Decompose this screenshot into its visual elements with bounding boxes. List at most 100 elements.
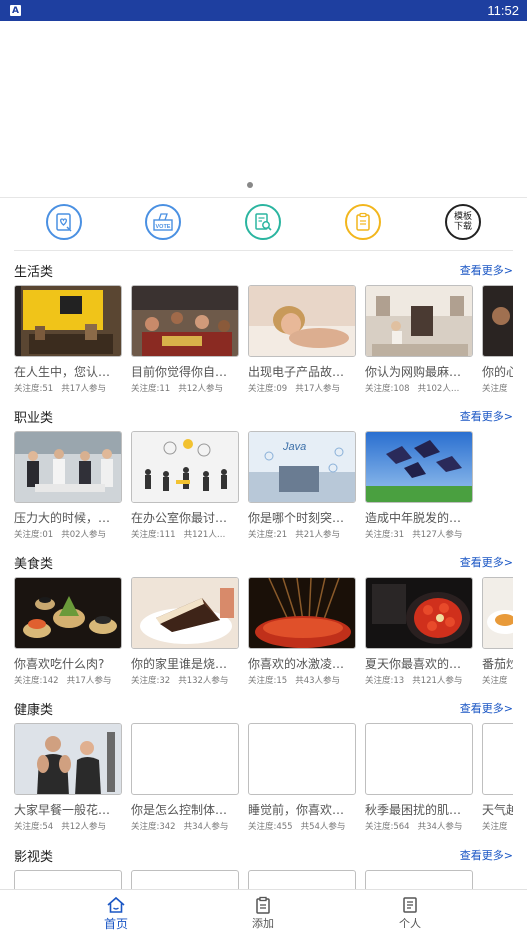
card-title: 你认为网购最麻… (365, 365, 462, 379)
status-bar: A 11:52 (0, 0, 527, 21)
card-participants: 共17人参与 (66, 676, 112, 686)
card-title: 秋季最困扰的肌… (365, 803, 462, 817)
card-thumbnail: Java (248, 431, 356, 503)
divider (0, 197, 527, 198)
card-followers: 关注度:31 (365, 530, 405, 540)
vote-box-icon[interactable]: VOTE (145, 204, 181, 240)
card-title: 压力大的时候，… (14, 511, 111, 525)
card-title: 天气越… (482, 803, 513, 817)
card-followers: 关注度:54 (14, 822, 54, 832)
tab-add[interactable]: 添加 (233, 896, 293, 931)
card-title: 你是哪个时刻突… (248, 511, 345, 525)
card-title: 目前你觉得你自… (131, 365, 228, 379)
card-participants: 共02人参与 (61, 530, 107, 540)
list-item[interactable]: 天气越… 关注度 (482, 723, 513, 832)
list-item[interactable] (365, 870, 473, 889)
card-participants: 共34人参与 (417, 822, 463, 832)
card-title: 出现电子产品故… (248, 365, 345, 379)
svg-text:VOTE: VOTE (156, 224, 171, 230)
list-item[interactable]: 你认为网购最麻… 关注度:108 共102人… (365, 285, 473, 394)
card-thumbnail (482, 577, 513, 649)
list-item[interactable] (248, 870, 356, 889)
divider (14, 250, 513, 251)
list-item[interactable]: Java 你是哪个时刻突… 关注度:21 共21人参与 (248, 431, 356, 540)
card-title: 你的家里谁是烧… (131, 657, 228, 671)
card-thumbnail (365, 577, 473, 649)
clipboard-icon[interactable] (345, 204, 381, 240)
list-item[interactable]: 秋季最困扰的肌… 关注度:564 共34人参与 (365, 723, 473, 832)
card-thumbnail (365, 431, 473, 503)
card-thumbnail (14, 285, 122, 357)
card-followers: 关注度:15 (248, 676, 288, 686)
card-followers: 关注度:564 (365, 822, 410, 832)
card-thumbnail (14, 577, 122, 649)
view-more-life-link[interactable]: 查看更多> (460, 262, 513, 278)
list-item[interactable]: 夏天你最喜欢的… 关注度:13 共121人参与 (365, 577, 473, 686)
card-followers: 关注度 (482, 384, 508, 394)
list-item[interactable]: 在人生中，您认… 关注度:51 共17人参与 (14, 285, 122, 394)
card-thumbnail (14, 870, 122, 889)
tab-profile[interactable]: 个人 (380, 896, 440, 931)
card-participants: 共121人参与 (412, 676, 463, 686)
card-title: 你喜欢的冰激凌… (248, 657, 345, 671)
film-card-row[interactable] (14, 870, 513, 889)
list-item[interactable]: 压力大的时候，… 关注度:01 共02人参与 (14, 431, 122, 540)
card-participants: 共12人参与 (178, 384, 224, 394)
template-download-line1: 模板 (453, 212, 472, 222)
tab-add-label: 添加 (252, 917, 274, 930)
list-item[interactable]: 你喜欢吃什么肉? 关注度:142 共17人参与 (14, 577, 122, 686)
card-title: 在办公室你最讨… (131, 511, 228, 525)
list-item[interactable]: 在办公室你最讨… 关注度:111 共121人… (131, 431, 239, 540)
view-more-food-link[interactable]: 查看更多> (460, 554, 513, 570)
card-thumbnail (131, 431, 239, 503)
card-participants: 共17人参与 (295, 384, 341, 394)
card-followers: 关注度:13 (365, 676, 405, 686)
card-followers: 关注度:01 (14, 530, 54, 540)
section-title-food: 美食类 (14, 557, 54, 572)
template-download-line2: 下载 (453, 222, 472, 232)
heart-certificate-icon[interactable] (46, 204, 82, 240)
health-card-row[interactable]: 大家早餐一般花… 关注度:54 共12人参与 你是怎么控制体… 关注度:342 共3… (14, 723, 513, 838)
list-item[interactable] (131, 870, 239, 889)
list-item[interactable]: 大家早餐一般花… 关注度:54 共12人参与 (14, 723, 122, 832)
card-thumbnail (131, 285, 239, 357)
profile-document-icon (403, 897, 417, 913)
career-card-row[interactable]: 压力大的时候，… 关注度:01 共02人参与 在办公室你最讨… 关注度:111 共1… (14, 431, 513, 546)
card-participants: 共21人参与 (295, 530, 341, 540)
document-search-icon[interactable] (245, 204, 281, 240)
card-thumbnail (248, 577, 356, 649)
card-participants: 共127人参与 (412, 530, 463, 540)
list-item[interactable]: 睡觉前，你喜欢… 关注度:455 共54人参与 (248, 723, 356, 832)
tab-home[interactable]: 首页 (86, 896, 146, 932)
view-more-health-link[interactable]: 查看更多> (460, 700, 513, 716)
notification-icon: A (10, 5, 21, 16)
banner-carousel[interactable] (0, 21, 527, 197)
list-item[interactable]: 你的心… 关注度 (482, 285, 513, 394)
card-title: 睡觉前，你喜欢… (248, 803, 345, 817)
list-item[interactable]: 目前你觉得你自… 关注度:11 共12人参与 (131, 285, 239, 394)
template-download-icon[interactable]: 模板 下载 (445, 204, 481, 240)
list-item[interactable] (14, 870, 122, 889)
list-item[interactable]: 造成中年脱发的… 关注度:31 共127人参与 (365, 431, 473, 540)
card-thumbnail (482, 723, 513, 795)
card-followers: 关注度 (482, 822, 508, 832)
section-title-career: 职业类 (14, 411, 54, 426)
card-followers: 关注度:21 (248, 530, 288, 540)
card-thumbnail (482, 285, 513, 357)
list-item[interactable]: 出现电子产品故… 关注度:09 共17人参与 (248, 285, 356, 394)
card-thumbnail (365, 285, 473, 357)
bottom-tab-bar: 首页 添加 个人 (0, 889, 527, 936)
card-participants: 共43人参与 (295, 676, 341, 686)
list-item[interactable]: 你喜欢的冰激凌… 关注度:15 共43人参与 (248, 577, 356, 686)
food-card-row[interactable]: 你喜欢吃什么肉? 关注度:142 共17人参与 你的家里谁是烧… 关注度:32 共1… (14, 577, 513, 692)
view-more-career-link[interactable]: 查看更多> (460, 408, 513, 424)
list-item[interactable]: 番茄炒… 关注度 (482, 577, 513, 686)
list-item[interactable]: 你的家里谁是烧… 关注度:32 共132人参与 (131, 577, 239, 686)
card-followers: 关注度:108 (365, 384, 410, 394)
life-card-row[interactable]: 在人生中，您认… 关注度:51 共17人参与 目前你觉得你自… 关注度:11 共12… (14, 285, 513, 400)
view-more-film-link[interactable]: 查看更多> (460, 847, 513, 863)
card-title: 夏天你最喜欢的… (365, 657, 462, 671)
card-followers: 关注度 (482, 676, 508, 686)
list-item[interactable]: 你是怎么控制体… 关注度:342 共34人参与 (131, 723, 239, 832)
tab-home-label: 首页 (103, 917, 128, 931)
